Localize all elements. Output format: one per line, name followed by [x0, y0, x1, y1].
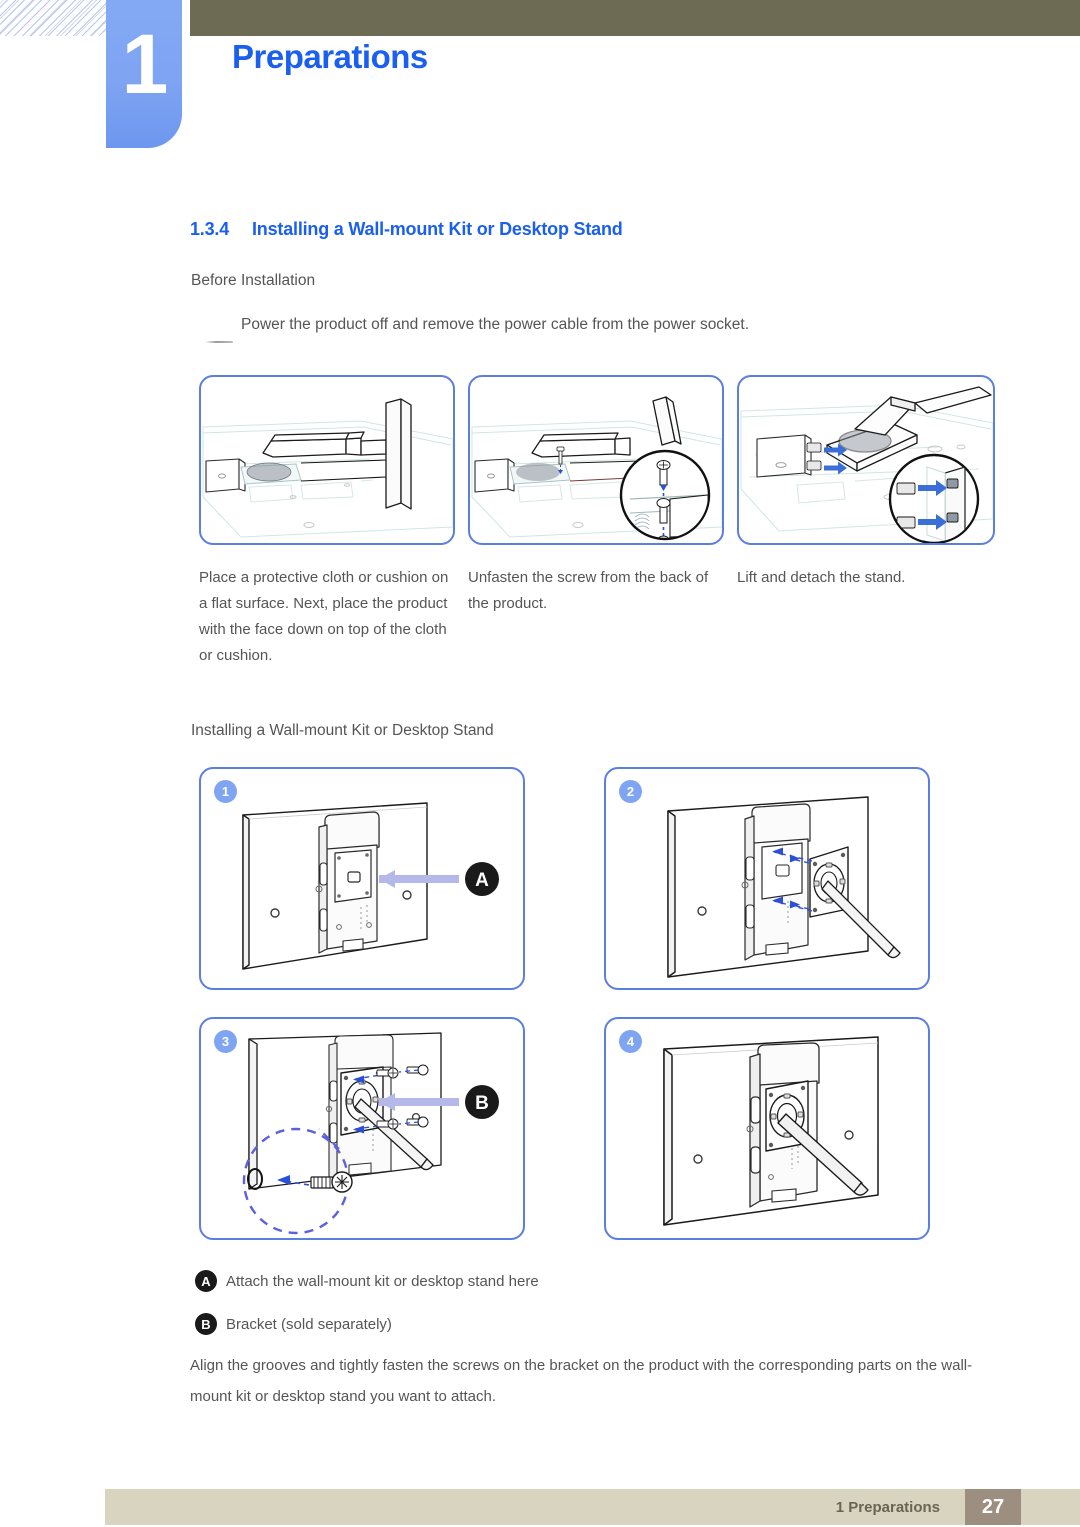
- monitor-back-attach-point-illustration: A: [242, 802, 499, 970]
- figure-panel-unfasten-screw: [468, 375, 724, 545]
- header-olive-bar: [190, 0, 1080, 36]
- header-hatch-pattern-overlay: [0, 0, 108, 36]
- install-step-panel-1: 1 A: [199, 767, 525, 990]
- footer-page-number: 27: [965, 1489, 1021, 1525]
- step-number-badge: 1: [214, 780, 237, 803]
- section-heading: 1.3.4 Installing a Wall-mount Kit or Desk…: [190, 219, 623, 240]
- section-title: Installing a Wall-mount Kit or Desktop S…: [252, 219, 623, 239]
- bracket-align-illustration: [667, 796, 901, 978]
- install-step-panel-3: 3 B: [199, 1017, 525, 1240]
- legend-text-a: Attach the wall-mount kit or desktop sta…: [226, 1272, 539, 1290]
- legend-item-b: B Bracket (sold separately): [195, 1313, 392, 1335]
- figure-panel-place-cloth: [199, 375, 455, 545]
- legend-badge-a: A: [195, 1270, 217, 1292]
- before-installation-note: Power the product off and remove the pow…: [241, 316, 750, 333]
- install-step-panel-4: 4: [604, 1017, 930, 1240]
- legend-text-b: Bracket (sold separately): [226, 1315, 392, 1333]
- figure-panel-lift-stand: [737, 375, 995, 545]
- monitor-face-down-with-stand-illustration: [202, 398, 453, 538]
- footer-chapter-label: 1 Preparations: [835, 1498, 940, 1516]
- before-installation-label: Before Installation: [191, 272, 316, 289]
- step-number-badge: 2: [619, 780, 642, 803]
- chapter-number: 1: [121, 17, 169, 111]
- unfasten-screw-illustration: [471, 396, 722, 541]
- step-number-badge: 3: [214, 1030, 237, 1053]
- section-number: 1.3.4: [190, 219, 230, 239]
- lift-detach-stand-illustration: [740, 386, 993, 543]
- step-caption-1: Place a protective cloth or cushion on a…: [199, 569, 449, 664]
- bracket-installed-final-illustration: [663, 1036, 879, 1226]
- closing-paragraph: Align the grooves and tightly fasten the…: [190, 1357, 973, 1405]
- install-step-panel-2: 2: [604, 767, 930, 990]
- dash-bullet-icon: [205, 341, 233, 343]
- step-caption-3: Lift and detach the stand.: [737, 569, 906, 586]
- subsection-title: Installing a Wall-mount Kit or Desktop S…: [191, 722, 494, 739]
- legend-badge-b: B: [195, 1313, 217, 1335]
- marker-badge-a-label: A: [475, 870, 489, 891]
- step-number-badge: 4: [619, 1030, 642, 1053]
- fasten-screws-illustration: B: [242, 1032, 499, 1235]
- legend-item-a: A Attach the wall-mount kit or desktop s…: [195, 1270, 539, 1292]
- marker-badge-b-label: B: [475, 1093, 489, 1114]
- step-caption-2: Unfasten the screw from the back of the …: [468, 569, 709, 612]
- chapter-title: Preparations: [232, 38, 428, 75]
